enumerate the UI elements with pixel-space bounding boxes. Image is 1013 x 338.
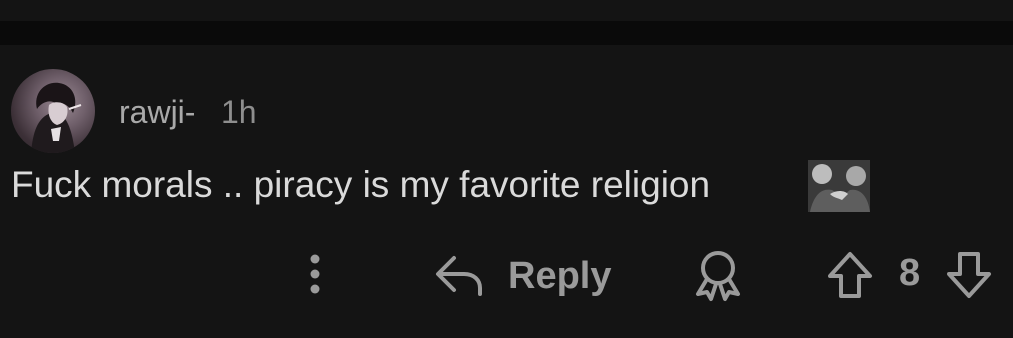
comment-card: rawji- 1h Fuck morals .. piracy is my fa… [0,45,1013,338]
more-options-button[interactable] [300,250,330,298]
upvote-button[interactable] [826,250,874,300]
upvote-arrow-icon [828,252,872,298]
comment-emoji-image [808,160,870,212]
comment-body: Fuck morals .. piracy is my favorite rel… [11,164,711,205]
comment-timestamp: 1h [221,94,257,130]
vote-score: 8 [899,252,921,294]
section-divider [0,21,1013,45]
reply-label: Reply [508,255,612,297]
award-ribbon-icon [696,251,740,301]
user-avatar[interactable] [11,69,95,153]
downvote-arrow-icon [947,252,991,298]
reply-arrow-icon [436,256,482,296]
handshake-meme-image [808,160,870,212]
reply-button[interactable]: Reply [434,250,624,300]
avatar-illustration [31,82,82,153]
comment-username[interactable]: rawji- [119,93,195,131]
vertical-dots-icon [310,254,320,294]
previous-content-strip [0,0,1013,21]
award-button[interactable] [690,248,746,302]
downvote-button[interactable] [945,250,993,300]
